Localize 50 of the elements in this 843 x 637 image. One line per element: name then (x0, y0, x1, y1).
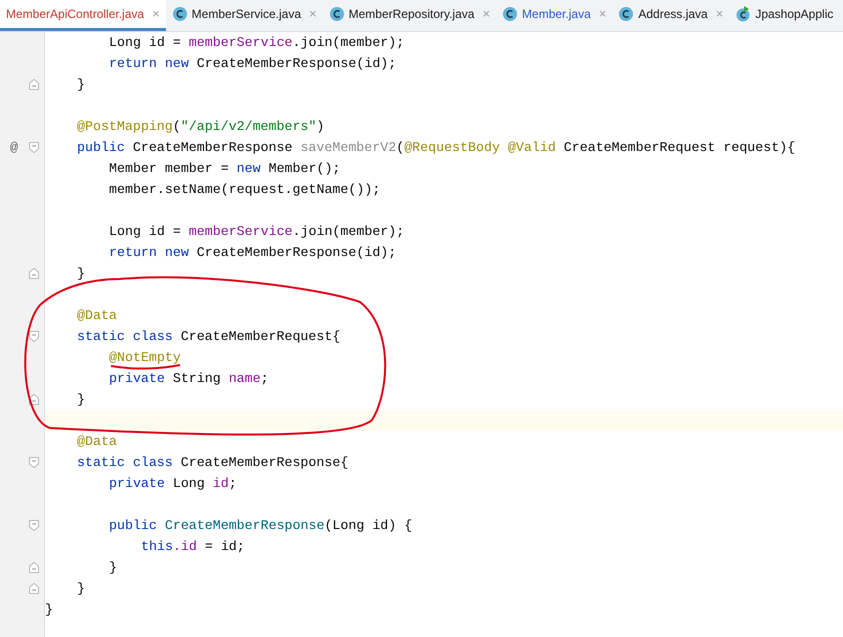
fold-end-icon[interactable] (29, 562, 39, 573)
class-icon (328, 6, 345, 22)
file-tab[interactable]: MemberService.java × (166, 0, 323, 31)
code-line: static class CreateMemberRequest{ (77, 328, 340, 346)
file-tab[interactable]: MemberRepository.java × (322, 0, 496, 31)
code-line: private Long id; (109, 474, 237, 493)
tab-label: MemberService.java (192, 6, 302, 23)
file-tab[interactable]: MemberApiController.java × (0, 0, 166, 31)
tab-label: JpashopApplic (755, 6, 834, 23)
fold-end-icon[interactable] (29, 583, 39, 594)
runnable-class-icon (735, 6, 752, 22)
code-line: } (77, 264, 85, 283)
code-line: } (77, 580, 85, 598)
class-icon (172, 6, 188, 22)
code-line: Long id = memberService.join(member); (109, 222, 404, 241)
file-tab[interactable]: Address.java × (612, 0, 730, 31)
fold-icon[interactable] (29, 331, 39, 342)
file-tab[interactable]: Member.java × (496, 0, 612, 31)
class-icon (502, 6, 518, 22)
code-line: public CreateMemberResponse(Long id) { (109, 516, 412, 535)
tab-label: Address.java (638, 6, 708, 23)
fold-icon[interactable] (29, 457, 39, 468)
gutter-marker[interactable]: @ (10, 138, 18, 158)
code-line: Member member = new Member(); (109, 160, 340, 178)
code-line: } (77, 76, 85, 94)
tab-label: MemberRepository.java (348, 6, 474, 23)
class-icon (618, 6, 634, 22)
tab-label: Member.java (522, 6, 591, 23)
tab-label: MemberApiController.java (6, 6, 144, 23)
code-line: static class CreateMemberResponse{ (77, 454, 348, 472)
fold-icon[interactable] (29, 142, 39, 153)
code-line: return new CreateMemberResponse(id); (109, 54, 396, 73)
code-line: } (45, 600, 53, 619)
line-gutter (0, 620, 45, 637)
file-tab[interactable]: JpashopApplic (729, 0, 840, 31)
code-line: } (109, 558, 117, 577)
fold-icon[interactable] (29, 520, 39, 531)
code-line: return new CreateMemberResponse(id); (109, 244, 396, 262)
code-line: Long id = memberService.join(member); (109, 34, 404, 52)
code-line: } (77, 390, 85, 409)
code-line: @Data (77, 306, 117, 325)
code-line: public CreateMemberResponse saveMemberV2(@RequestBody @Valid CreateMemberRequest request){ (77, 138, 796, 157)
code-line: member.setName(request.getName()); (109, 180, 380, 199)
code-line: @Data (77, 432, 117, 451)
fold-end-icon[interactable] (29, 268, 39, 279)
code-line: @NotEmpty (109, 348, 181, 367)
code-line: private String name; (109, 370, 269, 388)
code-line: this.id = id; (141, 538, 245, 556)
fold-end-icon[interactable] (29, 79, 39, 90)
code-line: @PostMapping("/api/v2/members") (77, 118, 324, 136)
